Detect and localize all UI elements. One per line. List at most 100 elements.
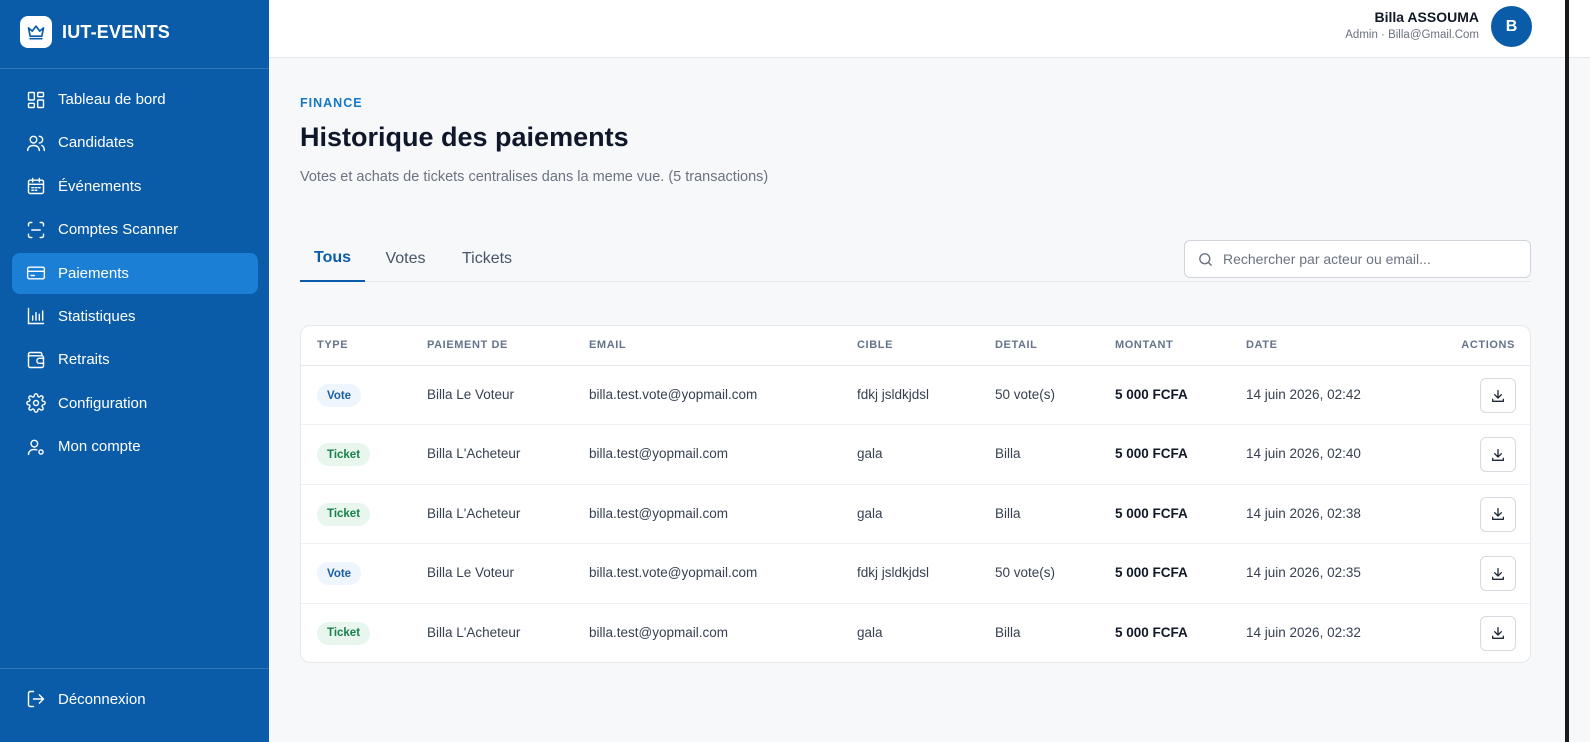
wallet-icon [27,351,45,369]
column-header-payer: PAIEMENT DE [427,339,508,351]
email-cell: billa.test@yopmail.com [589,624,729,640]
date-cell: 14 juin 2026, 02:40 [1246,446,1361,462]
logout-button[interactable]: Déconnexion [12,678,258,720]
column-header-actions: ACTIONS [1461,339,1515,351]
sidebar-item-label: Candidates [58,134,134,152]
user-name: Billa ASSOUMA [1374,9,1480,25]
user-settings-icon [27,439,44,455]
date-cell: 14 juin 2026, 02:32 [1246,624,1361,640]
sidebar-item-retraits[interactable]: Retraits [12,339,258,380]
target-cell: fdkj jsldkjdsl [857,387,930,402]
table-row: Vote Billa Le Voteur billa.test.vote@yop… [301,366,1530,426]
amount-cell: 5 000 FCFA [1115,565,1188,581]
sidebar-item-label: Tableau de bord [58,91,166,108]
sidebar-item-statistiques[interactable]: Statistiques [12,296,258,337]
column-header-date: DATE [1246,339,1278,351]
download-receipt-button[interactable] [1480,437,1516,473]
download-icon [1492,567,1504,580]
type-badge: Vote [317,562,362,586]
payer-cell: Billa L'Acheteur [427,505,521,521]
bar-chart-icon [27,308,45,325]
tab-tickets[interactable]: Tickets [455,236,519,282]
download-icon [1492,508,1504,521]
sidebar-item-paiements[interactable]: Paiements [12,252,258,294]
column-header-type: TYPE [317,339,349,351]
section-eyebrow: FINANCE [300,96,363,110]
sidebar-divider [0,668,269,669]
user-role: Admin · Billa@Gmail.Com [1345,29,1479,41]
user-info[interactable]: Billa ASSOUMA Admin · Billa@Gmail.Com [1345,9,1479,41]
table-row: Ticket Billa L'Acheteur billa.test@yopma… [301,485,1530,545]
type-badge: Ticket [317,502,371,526]
sidebar-item-label: Paiements [58,264,129,282]
type-badge: Ticket [317,621,371,645]
avatar[interactable]: B [1491,6,1532,47]
brand-name: IUT-EVENTS [62,21,171,42]
email-cell: billa.test@yopmail.com [589,505,729,521]
download-icon [1492,448,1504,461]
tab-votes[interactable]: Votes [377,236,434,282]
type-badge: Ticket [317,443,371,467]
logout-icon [27,690,45,708]
calendar-icon [27,178,45,195]
download-receipt-button[interactable] [1480,496,1516,532]
column-header-amount: MONTANT [1115,339,1174,351]
download-icon [1492,627,1504,640]
sidebar-item-label: Comptes Scanner [58,221,179,239]
detail-cell: Billa [995,505,1021,521]
sidebar-divider [0,68,269,69]
amount-cell: 5 000 FCFA [1115,446,1188,462]
detail-cell: 50 vote(s) [995,565,1056,581]
search-box[interactable] [1184,240,1531,278]
target-cell: gala [857,624,883,640]
brand[interactable]: IUT-EVENTS [20,16,170,48]
sidebar-item-label: Statistiques [58,307,136,325]
scrollbar[interactable] [1565,0,1569,742]
sidebar-item-label: Retraits [58,351,110,369]
target-cell: gala [857,505,883,521]
download-receipt-button[interactable] [1480,615,1516,651]
sidebar-item-comptes-scanner[interactable]: Comptes Scanner [12,209,258,250]
sidebar-item-label: Événements [58,177,142,195]
sidebar-item-evenements[interactable]: Événements [12,166,258,207]
sidebar-item-configuration[interactable]: Configuration [12,383,258,424]
download-receipt-button[interactable] [1480,378,1516,413]
payer-cell: Billa L'Acheteur [427,624,521,640]
detail-cell: 50 vote(s) [995,387,1056,402]
top-bar: Billa ASSOUMA Admin · Billa@Gmail.Com B [269,0,1590,58]
sidebar-item-tableau-de-bord[interactable]: Tableau de bord [12,79,258,120]
sidebar-nav: Tableau de bord Candidates Événements Co… [12,79,258,470]
credit-card-icon [26,266,46,280]
detail-cell: Billa [995,624,1021,640]
scan-icon [27,221,45,238]
payments-table: TYPE PAIEMENT DE EMAIL CIBLE DETAIL MONT… [300,325,1531,663]
detail-cell: Billa [995,446,1021,462]
download-icon [1492,389,1504,402]
table-row: Ticket Billa L'Acheteur billa.test@yopma… [301,425,1530,485]
sidebar-item-mon-compte[interactable]: Mon compte [12,426,258,467]
download-receipt-button[interactable] [1480,556,1516,592]
users-icon [26,135,46,152]
date-cell: 14 juin 2026, 02:42 [1246,387,1361,402]
column-header-detail: DETAIL [995,339,1038,351]
payer-cell: Billa Le Voteur [427,387,515,402]
logout-label: Déconnexion [58,690,146,708]
gear-icon [26,393,46,414]
sidebar-item-label: Configuration [58,394,148,412]
payer-cell: Billa L'Acheteur [427,446,521,462]
date-cell: 14 juin 2026, 02:38 [1246,505,1361,521]
table-row: Vote Billa Le Voteur billa.test.vote@yop… [301,544,1530,604]
amount-cell: 5 000 FCFA [1115,387,1188,402]
column-header-target: CIBLE [857,339,893,351]
search-input[interactable] [1223,251,1513,267]
email-cell: billa.test.vote@yopmail.com [589,387,758,402]
dashboard-grid-icon [27,91,45,108]
table-header: TYPE PAIEMENT DE EMAIL CIBLE DETAIL MONT… [301,326,1530,366]
crown-icon [20,16,52,48]
search-icon [1199,252,1212,266]
email-cell: billa.test.vote@yopmail.com [589,565,758,581]
page-subtitle: Votes et achats de tickets centralises d… [300,169,769,185]
tab-tous[interactable]: Tous [300,236,365,282]
sidebar-item-candidates[interactable]: Candidates [12,122,258,163]
date-cell: 14 juin 2026, 02:35 [1246,565,1361,581]
